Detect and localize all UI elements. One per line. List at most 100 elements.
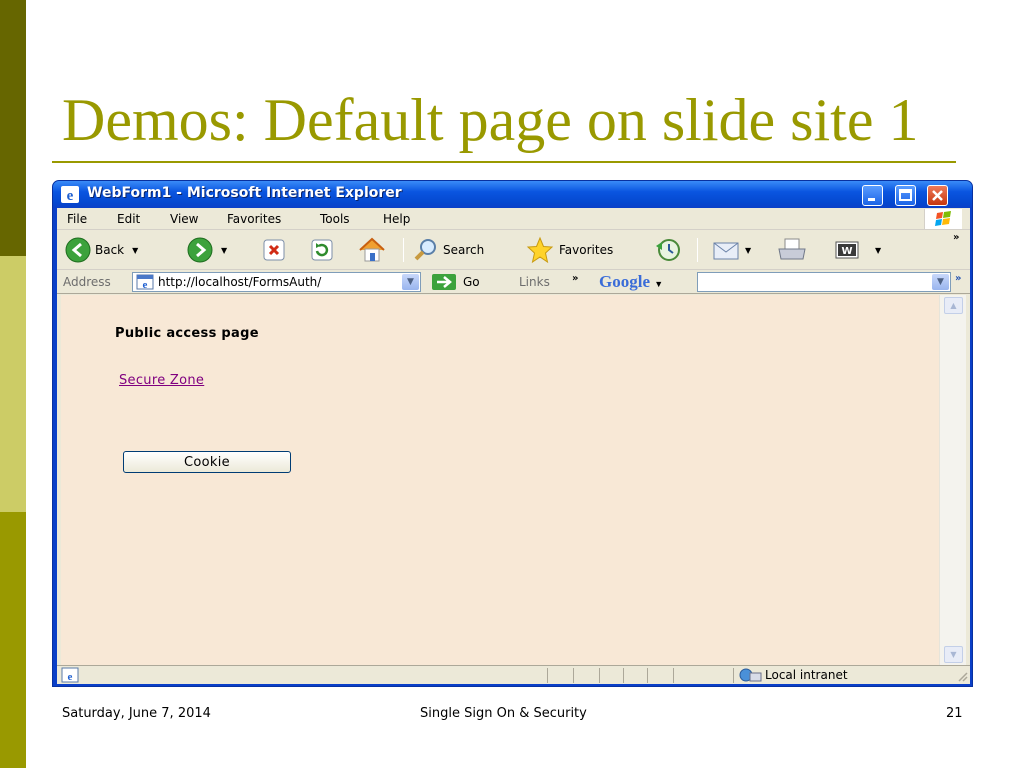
status-pane xyxy=(733,668,734,683)
local-intranet-icon xyxy=(739,668,762,682)
menu-help[interactable]: Help xyxy=(383,212,410,226)
links-label[interactable]: Links xyxy=(519,275,550,289)
svg-text:e: e xyxy=(68,671,73,683)
scroll-down-icon[interactable]: ▼ xyxy=(944,646,963,663)
footer-page-number: 21 xyxy=(946,706,963,721)
secure-zone-link[interactable]: Secure Zone xyxy=(119,373,204,388)
ie-logo-icon: e xyxy=(61,186,79,203)
status-bar: e Local intranet xyxy=(57,665,970,684)
title-divider xyxy=(52,161,956,163)
address-bar: Address e http://localhost/FormsAuth/ ▼ … xyxy=(57,270,970,294)
address-label: Address xyxy=(63,275,111,289)
close-icon xyxy=(932,190,943,201)
back-dropdown-icon[interactable]: ▼ xyxy=(132,246,138,255)
menu-bar: File Edit View Favorites Tools Help xyxy=(57,208,970,230)
favorites-label: Favorites xyxy=(559,243,614,257)
history-icon xyxy=(656,239,680,261)
scroll-up-icon[interactable]: ▲ xyxy=(944,297,963,314)
search-icon xyxy=(414,239,436,261)
vertical-scrollbar[interactable]: ▲ ▼ xyxy=(939,295,966,665)
forward-dropdown-icon[interactable]: ▼ xyxy=(221,246,227,255)
mail-button[interactable]: ▼ xyxy=(711,236,751,264)
links-chevron-icon[interactable]: » xyxy=(572,273,578,284)
menu-view[interactable]: View xyxy=(170,212,198,226)
status-pane xyxy=(673,668,674,683)
stop-button[interactable] xyxy=(261,236,287,264)
menu-favorites[interactable]: Favorites xyxy=(227,212,281,226)
ie-client-area: File Edit View Favorites Tools Help Back… xyxy=(57,208,970,684)
toolbar-overflow-chevron-icon[interactable]: » xyxy=(953,232,959,243)
page-icon: e xyxy=(136,274,154,290)
ie-window: e WebForm1 - Microsoft Internet Explorer… xyxy=(52,180,973,687)
windows-flag-icon xyxy=(924,209,962,229)
google-search-input[interactable]: ▼ xyxy=(697,272,951,292)
home-icon xyxy=(359,237,385,262)
favorites-button[interactable]: Favorites xyxy=(525,236,613,264)
refresh-icon xyxy=(311,239,333,261)
left-bar-dark-segment xyxy=(0,0,26,256)
home-button[interactable] xyxy=(357,236,387,264)
address-url: http://localhost/FormsAuth/ xyxy=(158,275,322,289)
google-label: Google xyxy=(599,272,650,291)
print-button[interactable] xyxy=(775,236,809,264)
slide-left-bar xyxy=(0,0,26,768)
back-button[interactable]: Back ▼ xyxy=(65,236,138,264)
google-overflow-chevron-icon[interactable]: » xyxy=(955,273,961,284)
standard-toolbar: Back ▼ ▼ Search Favorites ▼ W ▼ » xyxy=(57,230,970,270)
slide-title: Demos: Default page on slide site 1 xyxy=(62,87,919,153)
window-title: WebForm1 - Microsoft Internet Explorer xyxy=(87,185,402,201)
word-edit-button[interactable]: W ▼ xyxy=(833,236,881,264)
address-dropdown-icon[interactable]: ▼ xyxy=(402,274,419,290)
page-heading: Public access page xyxy=(115,326,259,341)
status-pane xyxy=(547,668,548,683)
toolbar-separator xyxy=(403,238,404,262)
forward-arrow-icon xyxy=(187,237,213,263)
status-pane xyxy=(599,668,600,683)
word-icon: W xyxy=(835,241,859,259)
status-pane xyxy=(623,668,624,683)
left-bar-olive-segment xyxy=(0,512,26,768)
stop-icon xyxy=(263,239,285,261)
page-content: Public access page Secure Zone Cookie xyxy=(61,295,939,665)
back-arrow-icon xyxy=(65,237,91,263)
toolbar-separator xyxy=(697,238,698,262)
history-button[interactable] xyxy=(653,236,683,264)
svg-text:W: W xyxy=(841,246,852,257)
mail-icon xyxy=(713,242,739,260)
search-button[interactable]: Search xyxy=(413,236,484,264)
back-label: Back xyxy=(95,243,125,257)
edit-dropdown-icon[interactable]: ▼ xyxy=(875,246,881,255)
svg-text:e: e xyxy=(67,188,74,203)
footer-date: Saturday, June 7, 2014 xyxy=(62,706,211,721)
go-button[interactable]: Go xyxy=(431,273,480,291)
close-button[interactable] xyxy=(927,185,948,206)
cookie-button[interactable]: Cookie xyxy=(123,451,291,473)
maximize-icon xyxy=(899,189,912,201)
menu-file[interactable]: File xyxy=(67,212,87,226)
google-search-dropdown-icon[interactable]: ▼ xyxy=(932,274,949,290)
left-bar-light-segment xyxy=(0,256,26,512)
refresh-button[interactable] xyxy=(309,236,335,264)
mail-dropdown-icon[interactable]: ▼ xyxy=(745,246,751,255)
search-label: Search xyxy=(443,243,485,257)
minimize-icon xyxy=(868,198,875,201)
page-status-icon: e xyxy=(61,667,79,683)
address-input[interactable]: e http://localhost/FormsAuth/ ▼ xyxy=(132,272,421,292)
status-pane xyxy=(647,668,648,683)
forward-button[interactable]: ▼ xyxy=(187,236,227,264)
google-dropdown-icon[interactable]: ▼ xyxy=(654,279,663,289)
menu-tools[interactable]: Tools xyxy=(320,212,350,226)
window-titlebar[interactable]: e WebForm1 - Microsoft Internet Explorer xyxy=(53,181,972,208)
go-label: Go xyxy=(463,275,480,289)
maximize-button[interactable] xyxy=(895,185,916,206)
go-arrow-icon xyxy=(432,274,456,290)
google-toolbar-logo[interactable]: Google ▼ xyxy=(599,272,663,292)
resize-grip-icon[interactable] xyxy=(956,670,968,682)
minimize-button[interactable] xyxy=(862,185,883,206)
footer-center-text: Single Sign On & Security xyxy=(420,706,587,721)
print-icon xyxy=(778,238,806,260)
security-zone-label: Local intranet xyxy=(765,668,848,682)
menu-edit[interactable]: Edit xyxy=(117,212,140,226)
favorites-star-icon xyxy=(526,236,554,264)
svg-text:e: e xyxy=(143,279,148,290)
